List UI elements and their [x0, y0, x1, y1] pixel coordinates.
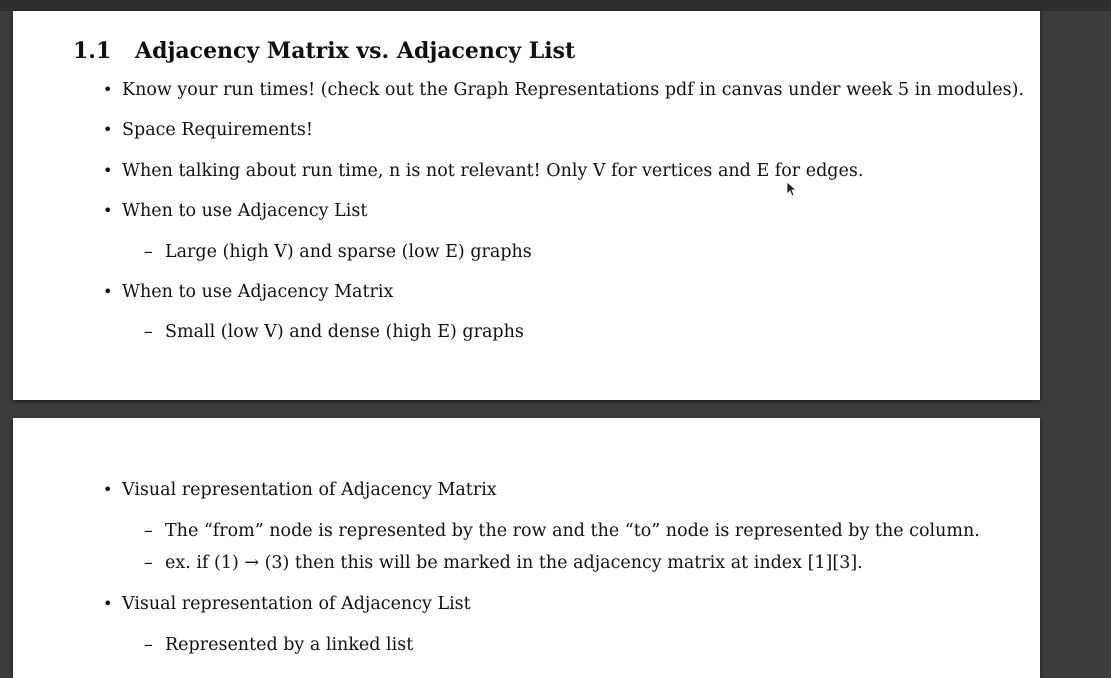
bullet-glyph: •: [103, 201, 113, 220]
dash-glyph: –: [144, 521, 153, 541]
dash-glyph: –: [144, 635, 153, 655]
bullet-glyph: •: [103, 594, 113, 613]
section-title: Adjacency Matrix vs. Adjacency List: [135, 38, 576, 64]
list-item-text: When to use Adjacency Matrix: [122, 282, 394, 302]
section-heading: 1.1 Adjacency Matrix vs. Adjacency List: [73, 38, 575, 64]
dash-glyph: –: [144, 553, 153, 573]
sub-list-item-text: Large (high V) and sparse (low E) graphs: [165, 242, 532, 262]
bullet-glyph: •: [103, 480, 113, 499]
list-item-text: When to use Adjacency List: [122, 201, 368, 221]
sub-list-item-text: The “from” node is represented by the ro…: [165, 521, 980, 541]
list-item-text: Visual representation of Adjacency List: [122, 594, 471, 614]
dash-glyph: –: [144, 322, 153, 342]
bullet-glyph: •: [103, 161, 113, 180]
pdf-page-2: • Visual representation of Adjacency Mat…: [13, 418, 1040, 678]
viewer-top-bar: [0, 0, 1111, 11]
list-item-text: Know your run times! (check out the Grap…: [122, 80, 1025, 100]
pdf-page-1: 1.1 Adjacency Matrix vs. Adjacency List •…: [13, 11, 1040, 400]
list-item-text: Visual representation of Adjacency Matri…: [122, 480, 497, 500]
list-item-text: When talking about run time, n is not re…: [122, 161, 864, 181]
mouse-cursor-icon: [786, 181, 796, 197]
bullet-glyph: •: [103, 282, 113, 301]
sub-list-item-text: Represented by a linked list: [165, 635, 414, 655]
sub-list-item-text: ex. if (1) → (3) then this will be marke…: [165, 553, 863, 573]
sub-list-item-text: Small (low V) and dense (high E) graphs: [165, 322, 524, 342]
bullet-glyph: •: [103, 80, 113, 99]
section-number: 1.1: [73, 38, 112, 64]
dash-glyph: –: [144, 242, 153, 262]
bullet-glyph: •: [103, 120, 113, 139]
list-item-text: Space Requirements!: [122, 120, 313, 140]
